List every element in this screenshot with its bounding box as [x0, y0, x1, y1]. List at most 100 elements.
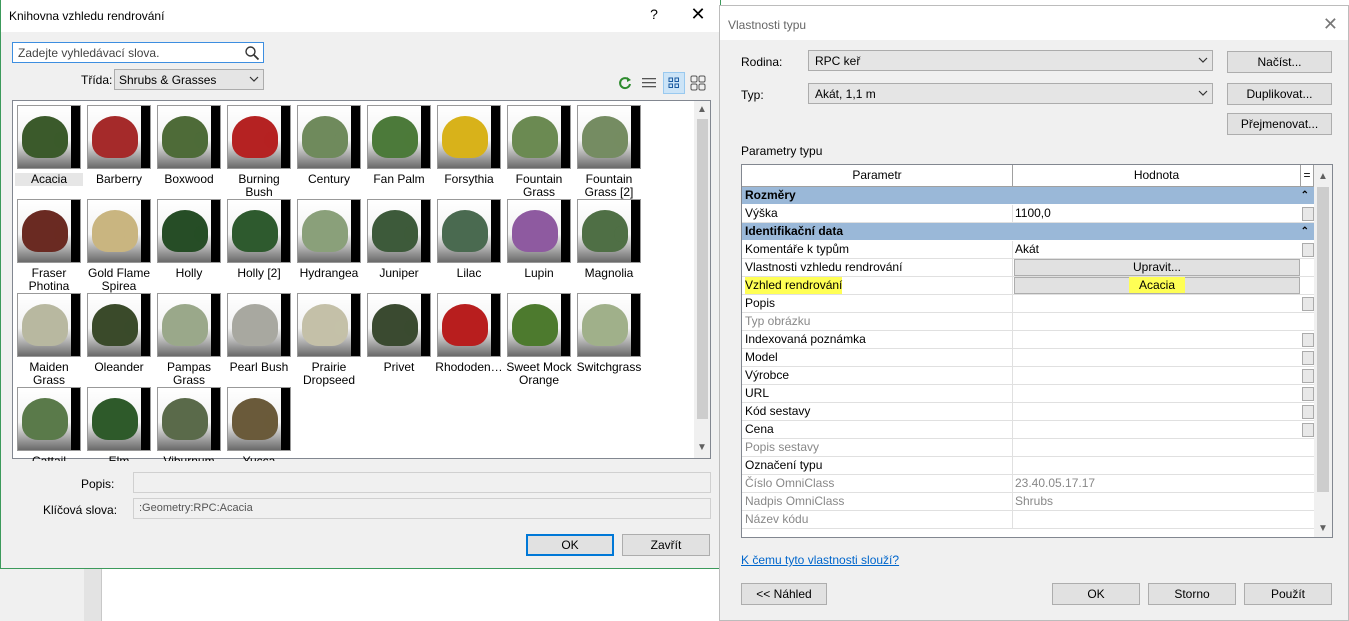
asset-tile[interactable]: Pearl Bush [225, 293, 293, 374]
render-appearance-button[interactable]: Acacia [1014, 277, 1300, 294]
class-select[interactable]: Shrubs & Grasses [114, 69, 264, 90]
asset-tile[interactable]: Fountain Grass [505, 105, 573, 199]
group-header-row[interactable]: Identifikační data ⌃ [742, 223, 1314, 241]
parameter-row[interactable]: Název kódu [742, 511, 1314, 529]
parameter-row[interactable]: Popis sestavy [742, 439, 1314, 457]
scroll-up-icon[interactable]: ▲ [697, 105, 707, 115]
asset-tile[interactable]: Maiden Grass [15, 293, 83, 387]
close-button[interactable]: ✕ [1323, 14, 1338, 35]
asset-tile[interactable]: Magnolia [575, 199, 643, 280]
asset-tile[interactable]: Burning Bush [225, 105, 293, 199]
asset-tile[interactable]: Yucca [225, 387, 293, 461]
parameter-row[interactable]: Vzhled rendrování Acacia [742, 277, 1314, 295]
associate-parameter-button[interactable] [1302, 405, 1314, 419]
cancel-button[interactable]: Storno [1148, 583, 1236, 605]
asset-tile[interactable]: Lilac [435, 199, 503, 280]
asset-tile[interactable]: Hydrangea [295, 199, 363, 280]
associate-parameter-button[interactable] [1302, 351, 1314, 365]
parameter-row[interactable]: Výška 1100,0 [742, 205, 1314, 223]
associate-parameter-button[interactable] [1302, 297, 1314, 311]
associate-parameter-button[interactable] [1302, 387, 1314, 401]
asset-tile[interactable]: Prairie Dropseed [295, 293, 363, 387]
group-header-row[interactable]: Rozměry ⌃ [742, 187, 1314, 205]
parameter-row[interactable]: Číslo OmniClass 23.40.05.17.17 [742, 475, 1314, 493]
associate-parameter-button[interactable] [1302, 333, 1314, 347]
apply-button[interactable]: Použít [1244, 583, 1332, 605]
asset-tile[interactable]: Switchgrass [575, 293, 643, 374]
parameter-row[interactable]: Označení typu [742, 457, 1314, 475]
title-bar[interactable]: Vlastnosti typu ✕ [720, 6, 1348, 40]
column-header-parameter[interactable]: Parametr [742, 165, 1013, 187]
asset-tile[interactable]: Viburnum [155, 387, 223, 461]
parameter-row[interactable]: Model [742, 349, 1314, 367]
column-header-value[interactable]: Hodnota [1013, 165, 1301, 187]
family-select[interactable]: RPC keř [808, 50, 1213, 71]
asset-tile[interactable]: Acacia [15, 105, 83, 186]
asset-tile[interactable]: Lupin [505, 199, 573, 280]
duplicate-button[interactable]: Duplikovat... [1227, 83, 1332, 105]
associate-parameter-button[interactable] [1302, 243, 1314, 257]
parameter-value[interactable]: Akát [1015, 241, 1039, 258]
asset-tile[interactable]: Juniper [365, 199, 433, 280]
parameter-row[interactable]: Cena [742, 421, 1314, 439]
parameter-value[interactable]: 1100,0 [1015, 205, 1051, 222]
collapse-icon[interactable]: ⌃ [1301, 223, 1309, 240]
rename-button[interactable]: Přejmenovat... [1227, 113, 1332, 135]
parameter-row[interactable]: Výrobce [742, 367, 1314, 385]
asset-tile[interactable]: Boxwood [155, 105, 223, 186]
asset-tile[interactable]: Holly [2] [225, 199, 293, 280]
refresh-button[interactable] [614, 72, 636, 94]
small-icons-view-button[interactable] [663, 72, 685, 94]
parameter-row[interactable]: Kód sestavy [742, 403, 1314, 421]
parameter-row[interactable]: Indexovaná poznámka [742, 331, 1314, 349]
title-bar[interactable]: Knihovna vzhledu rendrování ? ✕ [1, 0, 720, 32]
asset-tile[interactable]: Holly [155, 199, 223, 280]
asset-tile[interactable]: Forsythia [435, 105, 503, 186]
type-select[interactable]: Akát, 1,1 m [808, 83, 1213, 104]
parameter-row[interactable]: Komentáře k typům Akát [742, 241, 1314, 259]
parameter-row[interactable]: URL [742, 385, 1314, 403]
scrollbar-thumb[interactable] [697, 119, 708, 419]
column-header-formula[interactable]: = [1301, 165, 1314, 187]
parameter-row[interactable]: Popis [742, 295, 1314, 313]
ok-button[interactable]: OK [1052, 583, 1140, 605]
asset-tile[interactable]: Sweet Mock Orange [505, 293, 573, 387]
asset-grid-scrollbar[interactable]: ▲ ▼ [694, 101, 710, 458]
asset-tile[interactable]: Barberry [85, 105, 153, 186]
parameters-scrollbar[interactable]: ▲ ▼ [1314, 165, 1332, 537]
asset-tile[interactable]: Elm [85, 387, 153, 461]
preview-button[interactable]: << Náhled [741, 583, 827, 605]
close-dialog-button[interactable]: Zavřít [622, 534, 710, 556]
parameter-row[interactable]: Typ obrázku [742, 313, 1314, 331]
asset-tile[interactable]: Cattail [15, 387, 83, 461]
parameter-row[interactable]: Nadpis OmniClass Shrubs [742, 493, 1314, 511]
collapse-icon[interactable]: ⌃ [1301, 187, 1309, 204]
associate-parameter-button[interactable] [1302, 207, 1314, 221]
asset-tile[interactable]: Privet [365, 293, 433, 374]
asset-tile[interactable]: Gold Flame Spirea [85, 199, 153, 293]
asset-tile[interactable]: Fountain Grass [2] [575, 105, 643, 199]
associate-parameter-button[interactable] [1302, 369, 1314, 383]
asset-tile[interactable]: Pampas Grass [155, 293, 223, 387]
help-link[interactable]: K čemu tyto vlastnosti slouží? [741, 553, 899, 567]
scroll-up-icon[interactable]: ▲ [1318, 171, 1328, 182]
load-button[interactable]: Načíst... [1227, 51, 1332, 73]
ok-button[interactable]: OK [526, 534, 614, 556]
edit-appearance-button[interactable]: Upravit... [1014, 259, 1300, 276]
close-button[interactable]: ✕ [688, 4, 708, 25]
search-icon[interactable] [244, 45, 260, 61]
asset-tile[interactable]: Oleander [85, 293, 153, 374]
parameter-row[interactable]: Vlastnosti vzhledu rendrování Upravit... [742, 259, 1314, 277]
large-icons-view-button[interactable] [687, 72, 709, 94]
scrollbar-thumb[interactable] [1317, 187, 1329, 492]
scroll-down-icon[interactable]: ▼ [1318, 523, 1328, 534]
help-button[interactable]: ? [646, 6, 662, 22]
list-view-button[interactable] [638, 72, 660, 94]
scroll-down-icon[interactable]: ▼ [697, 443, 707, 453]
associate-parameter-button[interactable] [1302, 423, 1314, 437]
search-input[interactable]: Zadejte vyhledávací slova. [12, 42, 264, 63]
asset-tile[interactable]: Century [295, 105, 363, 186]
asset-tile[interactable]: Fan Palm [365, 105, 433, 186]
asset-tile[interactable]: Fraser Photina [15, 199, 83, 293]
asset-tile[interactable]: Rhododen… [435, 293, 503, 374]
